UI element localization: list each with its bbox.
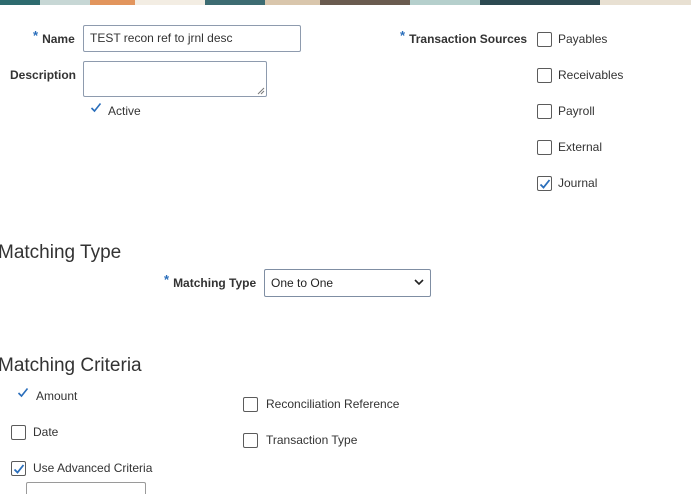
journal-checkbox[interactable] (537, 176, 552, 191)
active-label: Active (108, 104, 141, 118)
resize-handle-icon[interactable] (257, 87, 265, 95)
banner-segment (480, 0, 600, 5)
transaction-type-checkbox[interactable] (243, 433, 258, 448)
external-checkbox[interactable] (537, 140, 552, 155)
checkmark-icon (539, 179, 551, 189)
payroll-label: Payroll (558, 104, 595, 118)
journal-label: Journal (558, 176, 598, 190)
name-input[interactable]: TEST recon ref to jrnl desc (83, 25, 301, 52)
transaction-type-label: Transaction Type (266, 433, 358, 447)
name-label: * Name (33, 28, 75, 46)
matching-criteria-heading: Matching Criteria (0, 355, 142, 376)
banner-segment (600, 0, 691, 5)
matching-type-heading: Matching Type (0, 242, 122, 263)
date-checkbox[interactable] (11, 425, 26, 440)
active-checkmark-icon[interactable] (90, 102, 102, 113)
checkmark-icon (13, 464, 25, 474)
banner-segment (265, 0, 320, 5)
header-banner (0, 0, 691, 5)
banner-segment (320, 0, 410, 5)
receivables-label: Receivables (558, 68, 624, 82)
banner-segment (40, 0, 90, 5)
payroll-checkbox[interactable] (537, 104, 552, 119)
reconciliation-reference-checkbox[interactable] (243, 397, 258, 412)
transaction-sources-label-text: Transaction Sources (409, 32, 528, 46)
payables-label: Payables (558, 32, 608, 46)
advanced-criteria-field[interactable] (26, 482, 146, 494)
matching-type-select[interactable]: One to One (264, 269, 431, 297)
description-textarea[interactable] (83, 61, 267, 97)
chevron-down-icon (414, 279, 424, 286)
banner-segment (410, 0, 480, 5)
reconciliation-reference-label: Reconciliation Reference (266, 397, 400, 411)
matching-type-value: One to One (271, 276, 334, 290)
external-label: External (558, 140, 603, 154)
description-label: Description (10, 68, 77, 82)
matching-type-label: * Matching Type (164, 272, 257, 290)
payables-checkbox[interactable] (537, 32, 552, 47)
transaction-sources-label: * Transaction Sources (400, 28, 528, 46)
required-indicator: * (400, 28, 406, 43)
use-advanced-criteria-checkbox[interactable] (11, 461, 26, 476)
banner-segment (90, 0, 135, 5)
use-advanced-criteria-label: Use Advanced Criteria (33, 461, 153, 475)
name-label-text: Name (42, 32, 75, 46)
banner-segment (205, 0, 265, 5)
required-indicator: * (33, 28, 39, 43)
banner-segment (0, 0, 40, 5)
amount-label: Amount (36, 389, 78, 403)
matching-type-label-text: Matching Type (173, 276, 257, 290)
receivables-checkbox[interactable] (537, 68, 552, 83)
required-indicator: * (164, 272, 170, 287)
date-label: Date (33, 425, 59, 439)
amount-checkmark-icon[interactable] (17, 387, 29, 398)
banner-segment (135, 0, 205, 5)
